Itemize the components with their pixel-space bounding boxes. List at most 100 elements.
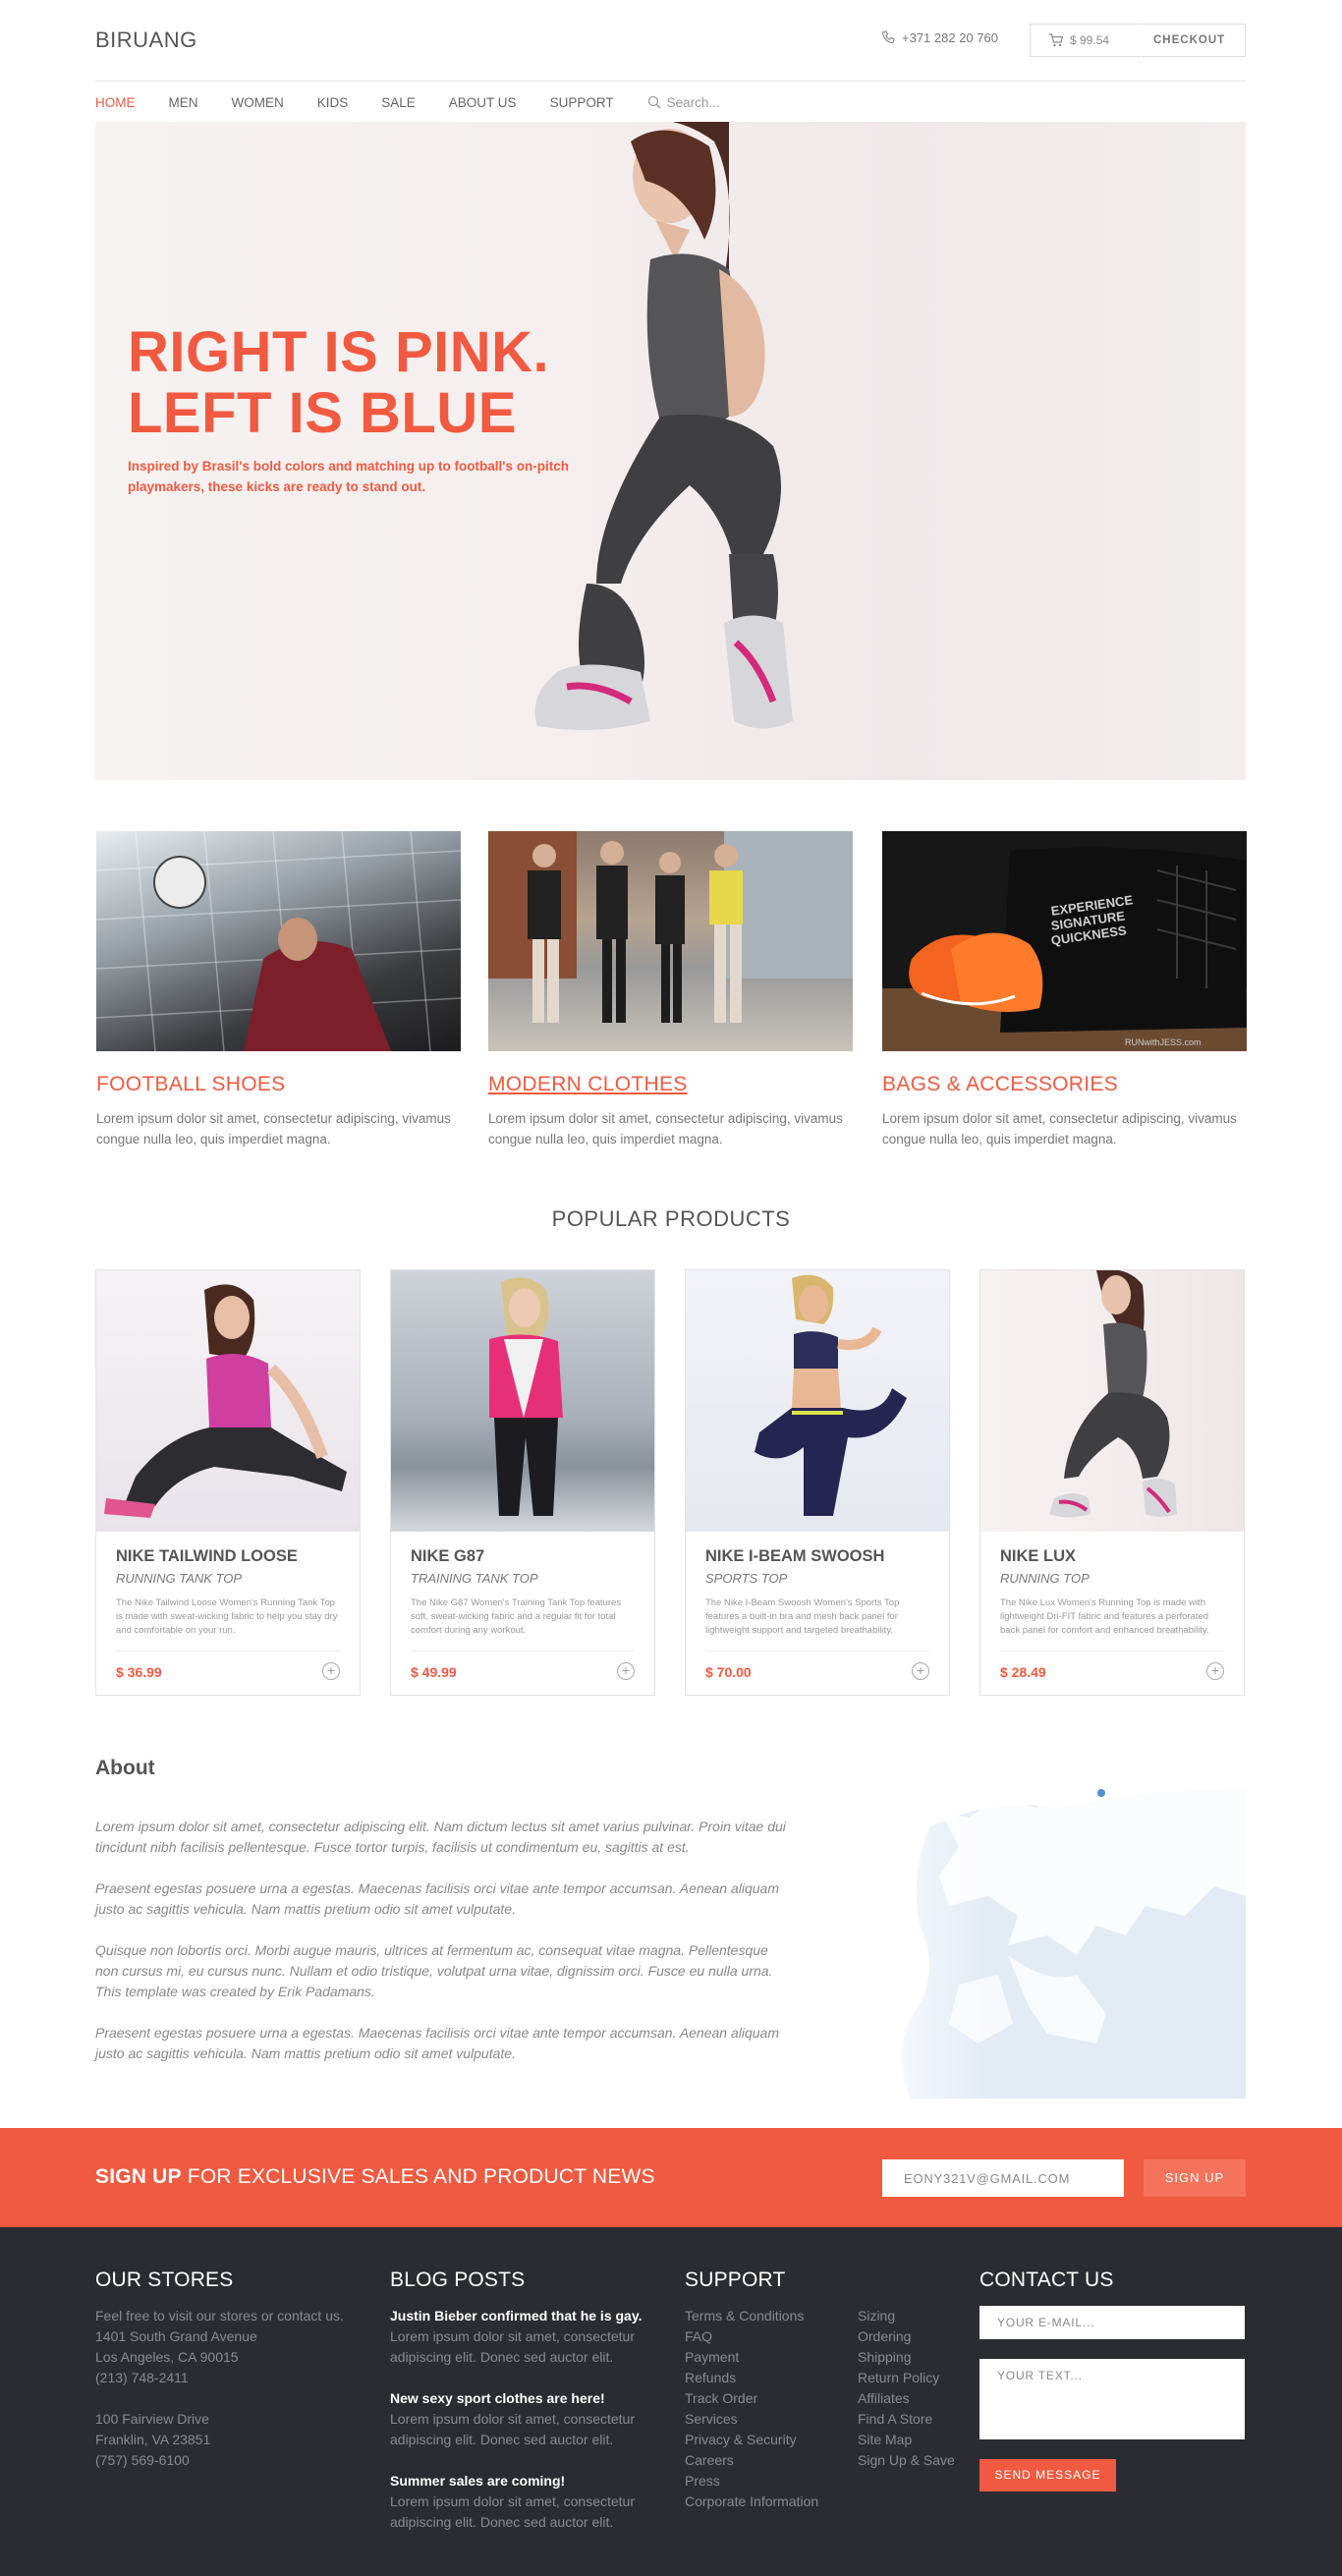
hero-subtitle: Inspired by Brasil's bold colors and mat… — [128, 459, 569, 494]
phone-contact[interactable]: +371 282 20 760 — [881, 30, 998, 45]
newsletter-signup: SIGN UP FOR EXCLUSIVE SALES AND PRODUCT … — [0, 2128, 1342, 2227]
product-card[interactable]: NIKE LUX RUNNING TOP The Nike Lux Women'… — [979, 1269, 1245, 1696]
signup-button[interactable]: SIGN UP — [1144, 2159, 1246, 2197]
category-football-shoes[interactable]: FOOTBALL SHOES Lorem ipsum dolor sit ame… — [96, 831, 461, 1149]
category-title[interactable]: MODERN CLOTHES — [488, 1073, 853, 1096]
support-link[interactable]: Careers — [685, 2450, 858, 2471]
store-line: (757) 569-6100 — [95, 2452, 190, 2468]
add-to-cart-icon[interactable]: + — [1206, 1662, 1224, 1680]
search-input[interactable]: Search... — [667, 95, 720, 110]
search-icon — [647, 95, 661, 109]
support-link[interactable]: Refunds — [685, 2368, 858, 2388]
product-image[interactable] — [391, 1270, 654, 1532]
nav-women[interactable]: WOMEN — [232, 95, 284, 110]
nav-kids[interactable]: KIDS — [317, 95, 349, 110]
category-desc: Lorem ipsum dolor sit amet, consectetur … — [488, 1111, 843, 1147]
support-link[interactable]: Sizing — [858, 2306, 955, 2326]
product-desc: The Nike I-Beam Swoosh Women's Sports To… — [705, 1597, 900, 1636]
product-card[interactable]: NIKE I-BEAM SWOOSH SPORTS TOP The Nike I… — [685, 1269, 950, 1696]
category-title[interactable]: FOOTBALL SHOES — [96, 1073, 461, 1096]
product-desc: The Nike G87 Women's Training Tank Top f… — [411, 1597, 622, 1636]
product-name[interactable]: NIKE G87 — [411, 1547, 484, 1566]
nav-home[interactable]: HOME — [95, 95, 136, 110]
nav-men[interactable]: MEN — [169, 95, 198, 110]
hero-model-image — [534, 122, 793, 730]
support-link[interactable]: Terms & Conditions — [685, 2306, 858, 2326]
support-link[interactable]: Return Policy — [858, 2368, 955, 2388]
category-bags-accessories[interactable]: EXPERIENCE SIGNATURE QUICKNESS RUNwithJE… — [882, 831, 1247, 1149]
support-links-col2: Sizing Ordering Shipping Return Policy A… — [858, 2306, 955, 2512]
footer-contact-title: CONTACT US — [979, 2268, 1114, 2291]
footer-contact: CONTACT US YOUR E-MAIL... YOUR TEXT... S… — [979, 2268, 1246, 2492]
signup-heading-rest: FOR EXCLUSIVE SALES AND PRODUCT NEWS — [187, 2165, 655, 2188]
footer-support-title: SUPPORT — [685, 2268, 786, 2291]
phone-number: +371 282 20 760 — [902, 30, 998, 45]
nav-search[interactable]: Search... — [647, 95, 720, 110]
nav-sale[interactable]: SALE — [381, 95, 416, 110]
support-link[interactable]: FAQ — [685, 2326, 858, 2347]
support-link[interactable]: Affiliates — [858, 2388, 955, 2409]
about-title: About — [95, 1757, 155, 1779]
product-image[interactable] — [980, 1270, 1244, 1532]
photo-watermark: RUNwithJESS.com — [1125, 1037, 1202, 1047]
store-line: 1401 South Grand Avenue — [95, 2328, 257, 2344]
product-card[interactable]: NIKE G87 TRAINING TANK TOP The Nike G87 … — [390, 1269, 655, 1696]
signup-email-input[interactable]: EONY321V@GMAIL.COM — [882, 2159, 1124, 2197]
product-name[interactable]: NIKE I-BEAM SWOOSH — [705, 1547, 884, 1566]
site-footer: OUR STORES Feel free to visit our stores… — [0, 2227, 1342, 2576]
support-link[interactable]: Ordering — [858, 2326, 955, 2347]
footer-support: SUPPORT Terms & Conditions FAQ Payment R… — [685, 2268, 960, 2512]
add-to-cart-icon[interactable]: + — [617, 1662, 635, 1680]
signup-heading-bold: SIGN UP — [95, 2165, 182, 2188]
bags-accessories-image[interactable]: EXPERIENCE SIGNATURE QUICKNESS RUNwithJE… — [882, 831, 1247, 1051]
product-price: $ 28.49 — [1000, 1664, 1046, 1680]
cart-button[interactable]: $ 99.54 — [1031, 33, 1141, 47]
logo[interactable]: BIRUANG — [95, 28, 197, 53]
support-link[interactable]: Privacy & Security — [685, 2430, 858, 2450]
hero-title-line2: LEFT IS BLUE — [128, 381, 517, 445]
blog-post-title[interactable]: New sexy sport clothes are here! — [390, 2388, 665, 2409]
product-type: RUNNING TOP — [1000, 1571, 1090, 1586]
product-card[interactable]: NIKE TAILWIND LOOSE RUNNING TANK TOP The… — [95, 1269, 361, 1696]
add-to-cart-icon[interactable]: + — [912, 1662, 929, 1680]
support-link[interactable]: Corporate Information — [685, 2492, 858, 2512]
store-map[interactable] — [851, 1788, 1246, 2099]
modern-clothes-image[interactable] — [488, 831, 853, 1051]
support-link[interactable]: Payment — [685, 2347, 858, 2368]
blog-post-title[interactable]: Summer sales are coming! — [390, 2471, 665, 2492]
blog-post-title[interactable]: Justin Bieber confirmed that he is gay. — [390, 2306, 665, 2326]
football-shoes-image[interactable] — [96, 831, 461, 1051]
product-type: RUNNING TANK TOP — [116, 1571, 243, 1586]
contact-email-input[interactable]: YOUR E-MAIL... — [979, 2306, 1245, 2339]
support-link[interactable]: Site Map — [858, 2430, 955, 2450]
checkout-button[interactable]: CHECKOUT — [1142, 34, 1225, 46]
clothes-photo — [488, 831, 853, 1023]
support-link[interactable]: Press — [685, 2471, 858, 2492]
football-photo — [96, 831, 461, 1051]
product-photo — [1049, 1270, 1177, 1518]
blog-post-text: Lorem ipsum dolor sit amet, consectetur … — [390, 2411, 635, 2447]
send-message-button[interactable]: SEND MESSAGE — [979, 2459, 1116, 2492]
nav-support[interactable]: SUPPORT — [550, 95, 614, 110]
header-divider — [95, 81, 1246, 82]
support-link[interactable]: Track Order — [685, 2388, 858, 2409]
about-paragraph: Quisque non lobortis orci. Morbi augue m… — [95, 1942, 773, 1999]
add-to-cart-icon[interactable]: + — [322, 1662, 340, 1680]
product-name[interactable]: NIKE TAILWIND LOOSE — [116, 1547, 298, 1566]
support-link[interactable]: Find A Store — [858, 2409, 955, 2430]
product-divider — [116, 1651, 340, 1652]
contact-text-area[interactable]: YOUR TEXT... — [979, 2359, 1245, 2439]
category-title[interactable]: BAGS & ACCESSORIES — [882, 1073, 1247, 1096]
product-desc: The Nike Lux Women's Running Top is made… — [1000, 1597, 1209, 1636]
product-image[interactable] — [686, 1270, 949, 1532]
support-link[interactable]: Services — [685, 2409, 858, 2430]
support-link[interactable]: Sign Up & Save — [858, 2450, 955, 2471]
category-desc: Lorem ipsum dolor sit amet, consectetur … — [882, 1111, 1237, 1147]
product-image[interactable] — [96, 1270, 360, 1532]
category-modern-clothes[interactable]: MODERN CLOTHES Lorem ipsum dolor sit ame… — [488, 831, 853, 1149]
support-link[interactable]: Shipping — [858, 2347, 955, 2368]
nav-about-us[interactable]: ABOUT US — [449, 95, 517, 110]
product-name[interactable]: NIKE LUX — [1000, 1547, 1076, 1566]
store-line: (213) 748-2411 — [95, 2370, 189, 2385]
phone-icon — [881, 30, 895, 44]
